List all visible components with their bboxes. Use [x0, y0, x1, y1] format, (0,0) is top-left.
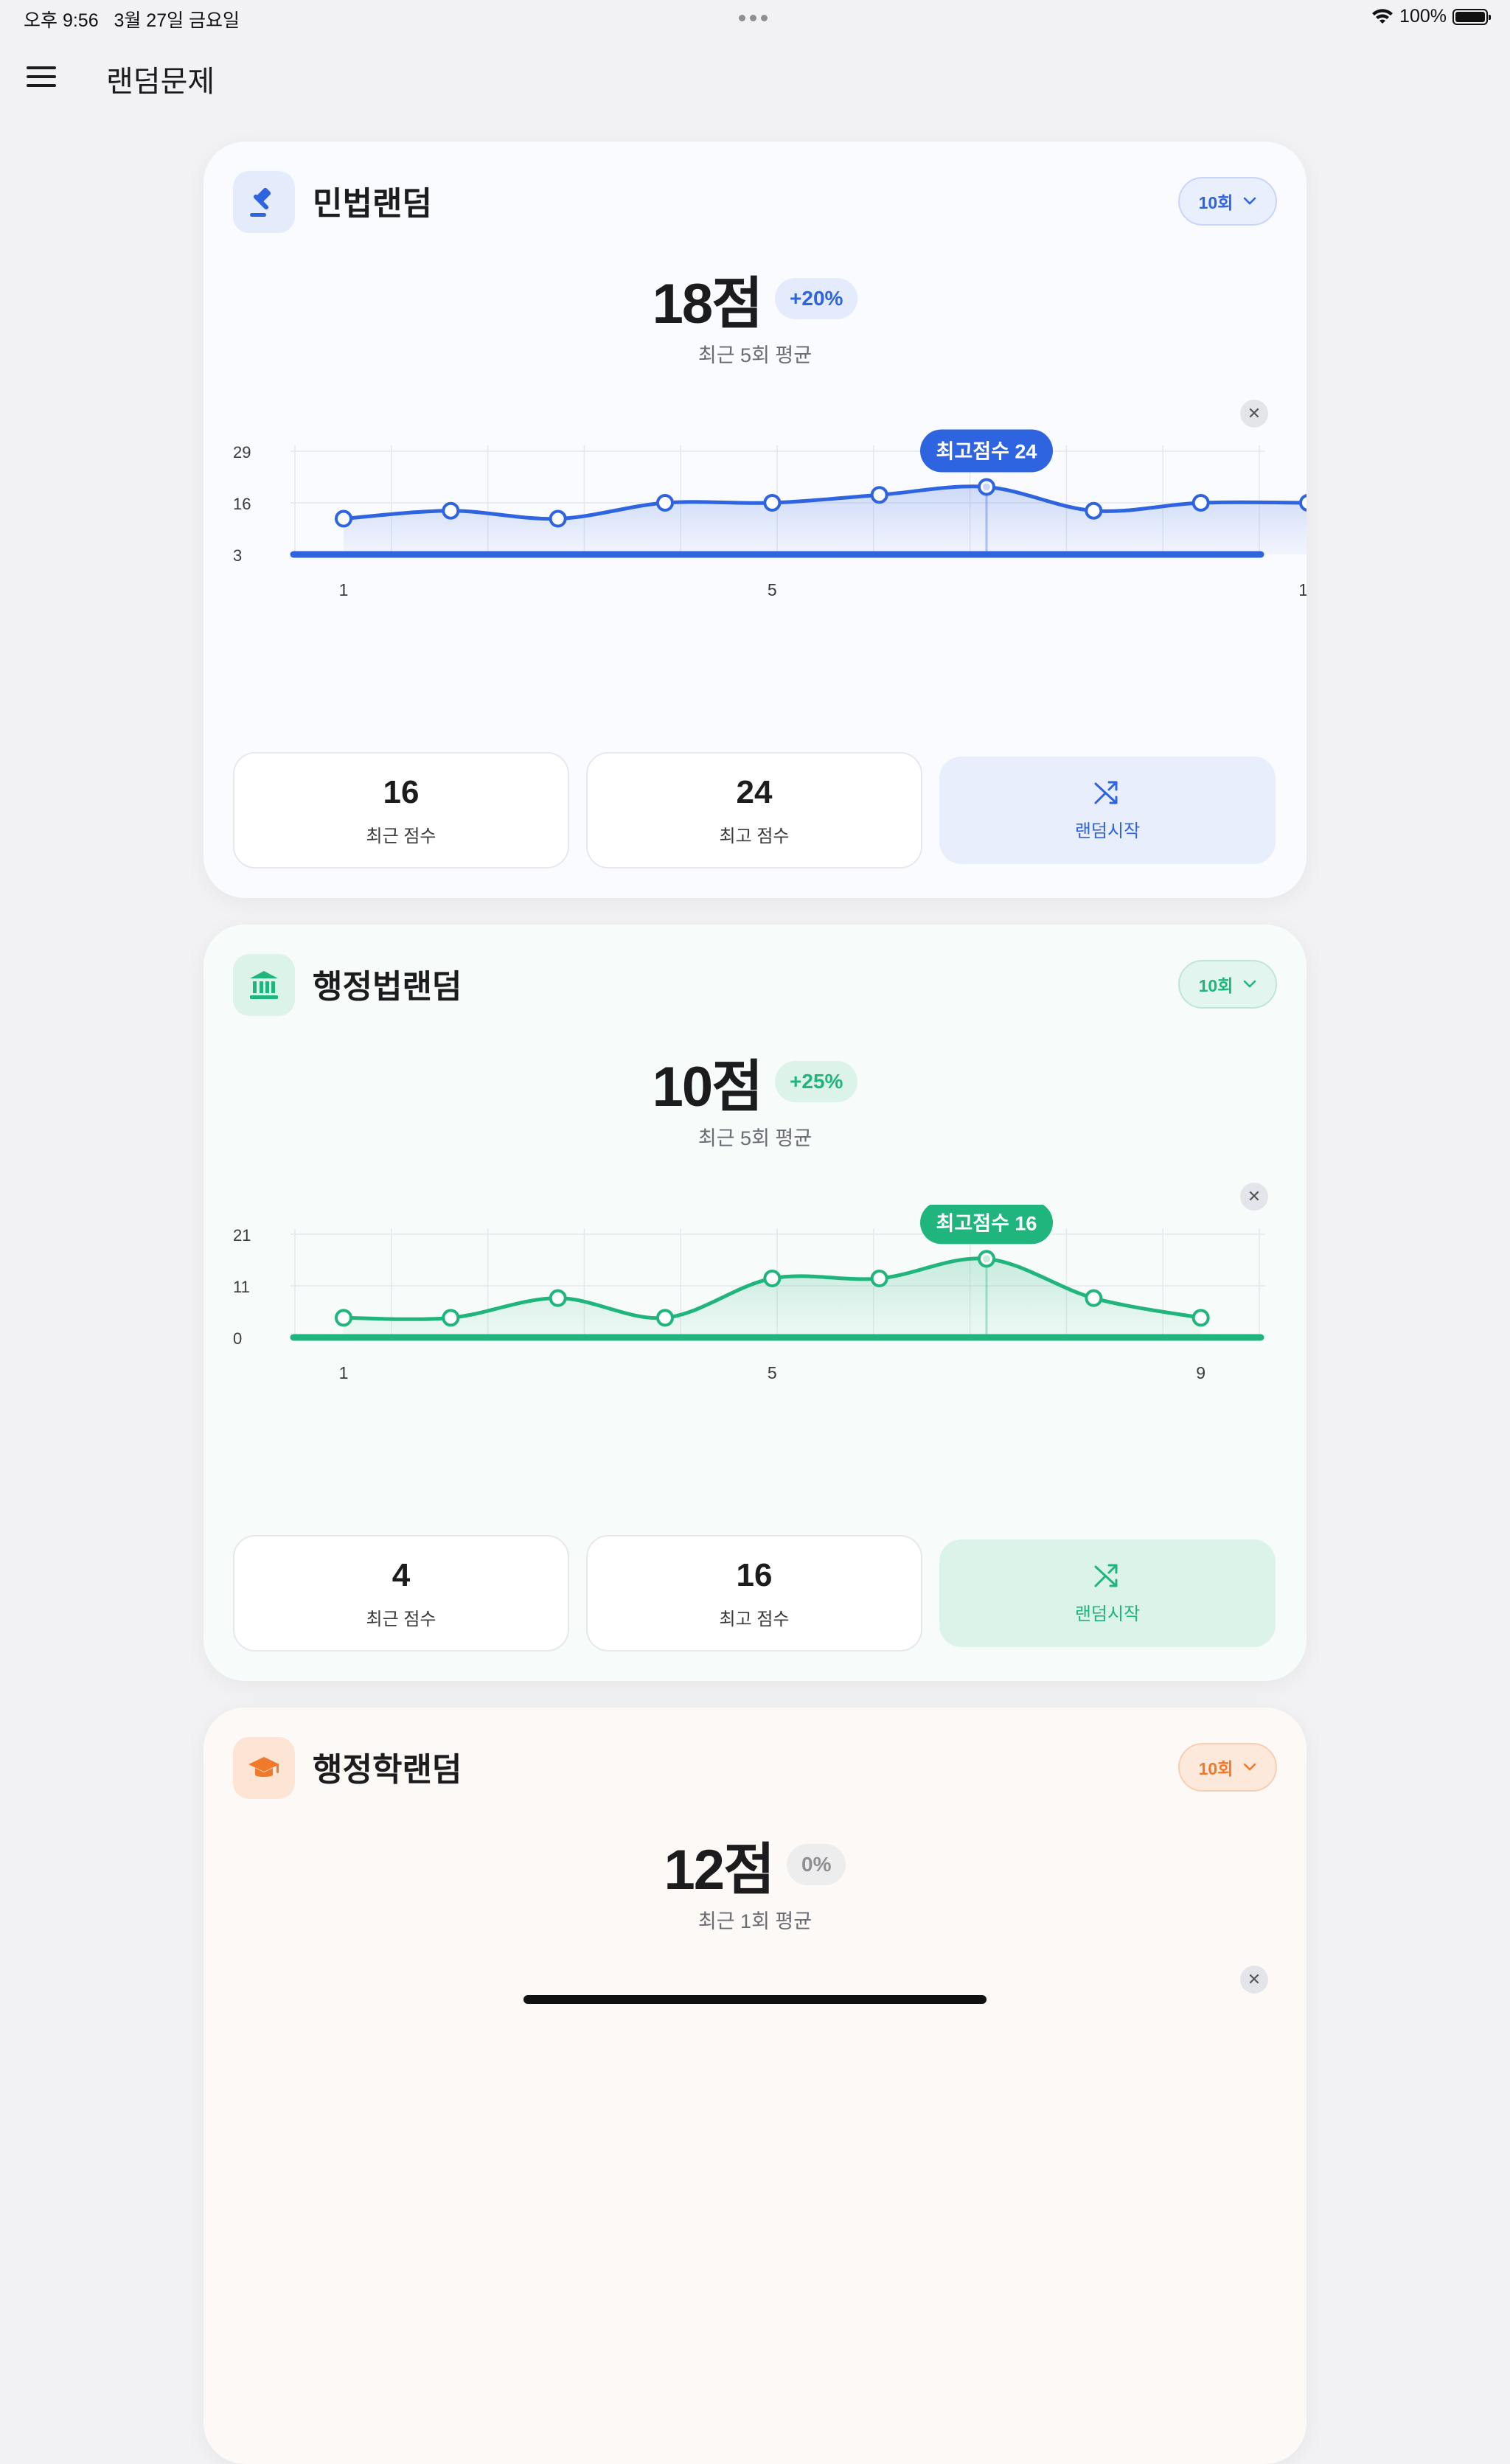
rounds-dropdown[interactable]: 10회	[1178, 1743, 1277, 1792]
menu-icon[interactable]	[27, 66, 56, 88]
card-title: 민법랜덤	[313, 186, 432, 222]
best-score-label: 최고 점수	[719, 1609, 790, 1629]
chevron-down-icon	[1244, 197, 1256, 205]
graduation-cap-icon	[233, 1737, 295, 1799]
status-right: 100%	[1371, 6, 1491, 27]
shuffle-icon	[1094, 781, 1118, 804]
data-point	[870, 1270, 888, 1287]
highlight-point-inner	[983, 1255, 990, 1263]
subject-card-public-admin: 행정학랜덤 10회 12점 0% 최근 1회 평균 ✕	[203, 1708, 1307, 2464]
random-start-button[interactable]: 랜덤시작	[939, 1539, 1276, 1647]
shuffle-icon	[1094, 1564, 1118, 1587]
card-title: 행정법랜덤	[313, 969, 462, 1005]
battery-icon	[1452, 8, 1491, 25]
data-point	[1299, 494, 1307, 512]
rounds-dropdown[interactable]: 10회	[1178, 177, 1277, 226]
y-tick-label: 16	[233, 495, 251, 513]
x-tick-label: 5	[768, 580, 777, 599]
subject-card-admin-law: 행정법랜덤 10회 10점 +25% 최근 5회 평균 ✕ 21 11 0 1 5 9 최고…	[203, 925, 1307, 1681]
page-title: 랜덤문제	[106, 66, 215, 98]
data-point	[656, 494, 674, 512]
data-point	[335, 509, 352, 528]
close-icon[interactable]: ✕	[1240, 1966, 1268, 1994]
delta-badge: +20%	[775, 278, 858, 319]
average-score: 12점	[664, 1839, 775, 1901]
rounds-dropdown[interactable]: 10회	[1178, 960, 1277, 1009]
bank-icon	[233, 954, 295, 1016]
rounds-value: 10회	[1198, 1759, 1234, 1778]
data-point	[763, 494, 782, 512]
score-row: 18점 +20%	[203, 258, 1307, 339]
data-point	[1085, 501, 1103, 520]
card-title: 행정학랜덤	[313, 1752, 462, 1788]
data-point	[656, 1309, 674, 1327]
rounds-value: 10회	[1198, 193, 1234, 212]
best-score-tooltip-label: 최고점수 24	[936, 440, 1037, 462]
rounds-value: 10회	[1198, 976, 1234, 995]
status-bar: 오후 9:56 3월 27일 금요일 100%	[0, 0, 1510, 35]
average-label: 최근 1회 평균	[697, 1910, 813, 1932]
recent-score-box: 4 최근 점수	[233, 1535, 569, 1652]
status-time: 오후 9:56 3월 27일 금요일	[24, 10, 240, 31]
average-score: 10점	[652, 1056, 763, 1118]
data-point	[870, 486, 888, 504]
random-start-button[interactable]: 랜덤시작	[939, 756, 1276, 864]
best-score-tooltip-label: 최고점수 16	[936, 1212, 1037, 1234]
best-score-box: 24 최고 점수	[586, 752, 922, 869]
highlight-point-inner	[983, 483, 990, 491]
score-chart: 21 11 0 1 5 9 최고점수 16	[233, 1205, 1265, 1382]
best-score-box: 16 최고 점수	[586, 1535, 922, 1652]
gavel-icon	[233, 171, 295, 233]
multitask-dots[interactable]	[739, 15, 768, 21]
nav-bar: 랜덤문제	[0, 52, 1510, 103]
best-score-label: 최고 점수	[719, 826, 790, 846]
best-score-value: 24	[736, 773, 773, 810]
data-point	[335, 1309, 352, 1327]
data-point	[1191, 494, 1210, 512]
y-tick-label: 11	[233, 1278, 250, 1296]
best-score-value: 16	[736, 1556, 773, 1593]
chevron-down-icon	[1244, 1763, 1256, 1771]
x-tick-label: 5	[768, 1363, 777, 1382]
x-tick-label: 10	[1298, 580, 1307, 599]
home-indicator[interactable]	[523, 1995, 987, 2004]
average-score: 18점	[652, 273, 763, 335]
recent-score-value: 4	[392, 1556, 411, 1593]
y-tick-label: 21	[233, 1226, 251, 1245]
recent-score-label: 최근 점수	[366, 1609, 436, 1629]
data-point	[1191, 1309, 1210, 1327]
random-start-label: 랜덤시작	[1074, 1604, 1141, 1624]
data-point	[549, 509, 567, 528]
data-point	[549, 1289, 567, 1307]
battery-percent: 100%	[1399, 6, 1447, 27]
data-point	[442, 501, 460, 520]
score-chart: 29 16 3 1 5 10 최고점수 24	[233, 429, 1307, 599]
data-point	[1085, 1289, 1103, 1307]
x-tick-label: 9	[1196, 1363, 1205, 1382]
y-tick-label: 0	[233, 1329, 242, 1348]
data-point	[763, 1270, 782, 1287]
x-tick-label: 1	[339, 1363, 349, 1382]
y-tick-label: 3	[233, 546, 242, 565]
recent-score-value: 16	[383, 773, 420, 810]
delta-badge: +25%	[775, 1061, 858, 1102]
average-label: 최근 5회 평균	[697, 344, 813, 366]
data-point	[442, 1309, 460, 1327]
wifi-icon	[1372, 8, 1394, 24]
average-label: 최근 5회 평균	[697, 1127, 813, 1149]
chevron-down-icon	[1244, 980, 1256, 988]
x-tick-label: 1	[339, 580, 349, 599]
recent-score-label: 최근 점수	[366, 826, 436, 846]
recent-score-box: 16 최근 점수	[233, 752, 569, 869]
subject-card-civil: 민법랜덤 10회 18점 +20% 최근 5회 평균 ✕ 291631510최고…	[203, 142, 1307, 898]
score-row: 12점 0%	[203, 1824, 1307, 1905]
score-row: 10점 +25%	[203, 1041, 1307, 1122]
delta-badge: 0%	[787, 1844, 846, 1885]
y-tick-label: 29	[233, 443, 251, 462]
random-start-label: 랜덤시작	[1074, 821, 1141, 841]
